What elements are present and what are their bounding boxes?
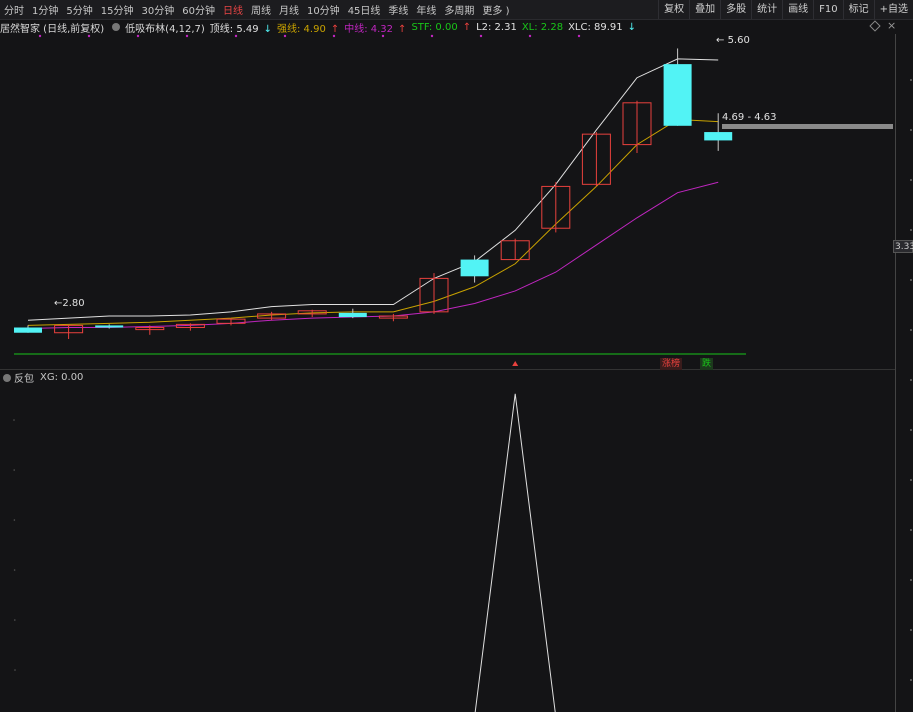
grid-dot bbox=[234, 34, 238, 38]
grid-dot bbox=[430, 34, 434, 38]
zhangting-badge[interactable]: 涨榜 bbox=[660, 358, 683, 370]
mid-line-series bbox=[27, 181, 719, 330]
lower-settings-gear-icon[interactable] bbox=[3, 373, 11, 382]
candle-body-down bbox=[338, 312, 367, 318]
low-price-label: ←2.80 bbox=[54, 298, 85, 309]
lower-grid-dot bbox=[13, 419, 15, 421]
lower-grid-dot bbox=[13, 519, 16, 521]
panel-divider[interactable] bbox=[0, 369, 895, 370]
high-price-value: 5.60 bbox=[727, 35, 750, 46]
grid-dot bbox=[283, 34, 287, 38]
xg-signal-spike bbox=[474, 393, 556, 712]
axis-price-tag: 3.33 bbox=[893, 240, 913, 253]
grid-dot bbox=[381, 34, 385, 38]
lower-grid-dot bbox=[14, 669, 16, 671]
lower-indicator-title[interactable]: 反包 bbox=[14, 370, 34, 385]
range-bar bbox=[722, 124, 893, 129]
strong-line-series bbox=[27, 119, 719, 326]
grid-dot bbox=[479, 34, 483, 38]
grid-dot bbox=[528, 34, 532, 38]
grid-dot bbox=[38, 34, 42, 38]
candle-body-down bbox=[704, 132, 733, 141]
candle-body-down bbox=[14, 327, 42, 333]
price-axis[interactable] bbox=[895, 34, 913, 712]
grid-dot bbox=[332, 34, 336, 38]
price-chart[interactable] bbox=[0, 0, 913, 712]
high-price-label: ← 5.60 bbox=[716, 35, 750, 46]
lower-grid-dot bbox=[14, 619, 16, 621]
lower-grid-dot bbox=[13, 569, 16, 571]
candle-body-down bbox=[663, 64, 692, 126]
range-label: 4.69 - 4.63 bbox=[722, 112, 777, 123]
top-line-series bbox=[27, 58, 719, 321]
lower-grid-dot bbox=[13, 469, 15, 471]
high-price-arrow: ← bbox=[716, 35, 728, 46]
candle-body-down bbox=[460, 259, 489, 277]
candle-body-down bbox=[95, 325, 124, 328]
signal-arrow-icon bbox=[512, 361, 519, 366]
grid-dot bbox=[87, 34, 91, 38]
die-badge[interactable]: 跌 bbox=[700, 358, 714, 370]
xg-value: XG: 0.00 bbox=[40, 372, 84, 383]
grid-dot bbox=[185, 34, 189, 38]
grid-dot bbox=[136, 34, 140, 38]
grid-dot bbox=[577, 34, 581, 38]
lower-indicator-bar: 反包 XG: 0.00 bbox=[0, 370, 84, 385]
